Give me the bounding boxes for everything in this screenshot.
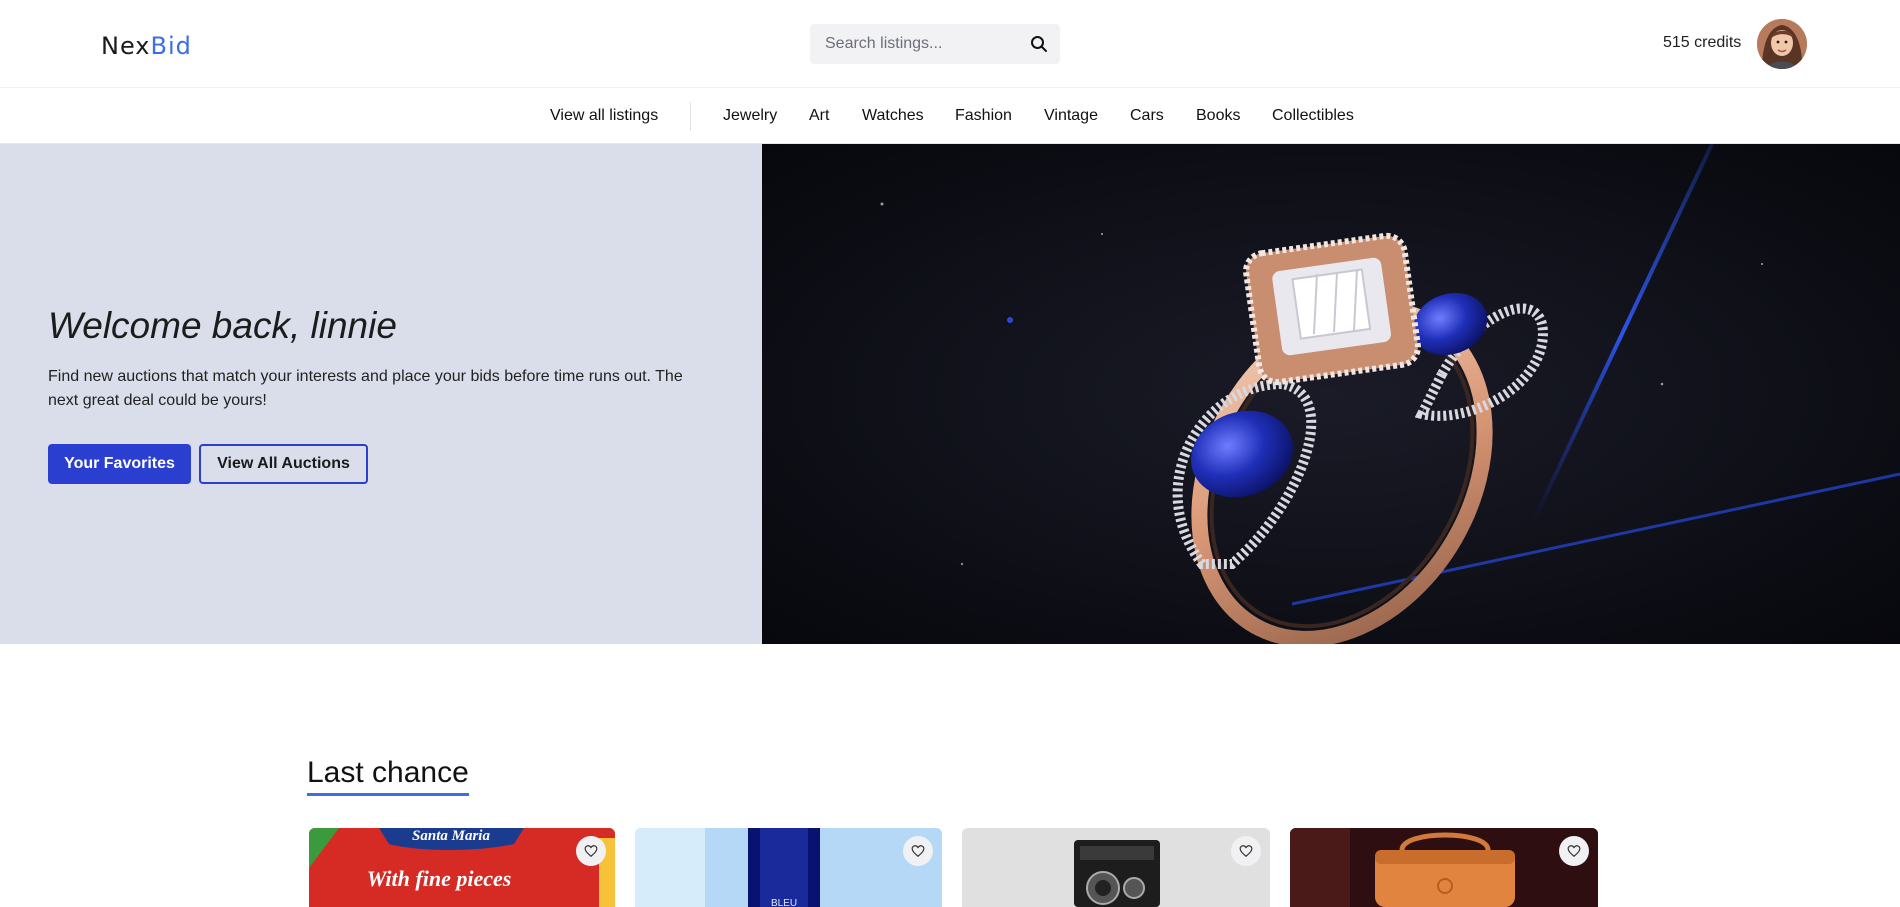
favorite-heart-button[interactable] — [903, 836, 933, 866]
hero-description: Find new auctions that match your intere… — [48, 368, 683, 409]
nav-category-jewelry[interactable]: Jewelry — [723, 107, 777, 125]
nav-category-watches[interactable]: Watches — [862, 107, 924, 125]
nav-category-art[interactable]: Art — [809, 107, 829, 125]
favorite-heart-button[interactable] — [1231, 836, 1261, 866]
logo-part-1: Nex — [101, 32, 151, 60]
listing-card[interactable]: BLEU — [635, 828, 942, 907]
section-title-underline — [307, 793, 469, 796]
heart-icon — [1567, 845, 1581, 858]
nav-category-cars[interactable]: Cars — [1130, 107, 1164, 125]
nexbid-logo[interactable]: NexBid — [101, 32, 192, 60]
listing-card[interactable] — [1290, 828, 1598, 907]
logo-part-2: Bid — [150, 32, 192, 60]
view-all-auctions-button[interactable]: View All Auctions — [199, 444, 368, 484]
section-title-last-chance: Last chance — [307, 756, 469, 789]
nav-divider — [690, 102, 691, 131]
category-nav: View all listings Jewelry Art Watches Fa… — [0, 89, 1900, 144]
hero-title: Welcome back, linnie — [48, 305, 397, 346]
your-favorites-button[interactable]: Your Favorites — [48, 444, 191, 484]
nav-category-collectibles[interactable]: Collectibles — [1272, 107, 1354, 125]
credits-balance: 515 credits — [1663, 34, 1742, 51]
listing-image-camera — [962, 828, 1270, 907]
search-bar — [810, 24, 1060, 64]
user-avatar[interactable] — [1757, 19, 1807, 69]
heart-icon — [584, 845, 598, 858]
nav-category-fashion[interactable]: Fashion — [955, 107, 1012, 125]
nav-category-vintage[interactable]: Vintage — [1044, 107, 1098, 125]
listing-card[interactable]: Santa Maria With fine pieces — [309, 828, 615, 907]
hero-image-ring — [762, 144, 1900, 644]
search-icon[interactable] — [1030, 35, 1048, 53]
nav-category-books[interactable]: Books — [1196, 107, 1240, 125]
listing-image-tacos: Santa Maria With fine pieces — [309, 828, 615, 907]
card-1-tagline-text: With fine pieces — [367, 866, 512, 891]
listing-image-handbag — [1290, 828, 1598, 907]
heart-icon — [911, 845, 925, 858]
header: NexBid 515 credits — [0, 0, 1900, 88]
favorite-heart-button[interactable] — [576, 836, 606, 866]
nav-view-all-listings[interactable]: View all listings — [550, 107, 658, 125]
listing-image-perfume: BLEU — [635, 828, 942, 907]
favorite-heart-button[interactable] — [1559, 836, 1589, 866]
card-2-brand-text: BLEU — [771, 898, 797, 907]
heart-icon — [1239, 845, 1253, 858]
card-1-brand-text: Santa Maria — [412, 828, 490, 844]
search-input[interactable] — [810, 24, 1020, 64]
listing-card[interactable] — [962, 828, 1270, 907]
